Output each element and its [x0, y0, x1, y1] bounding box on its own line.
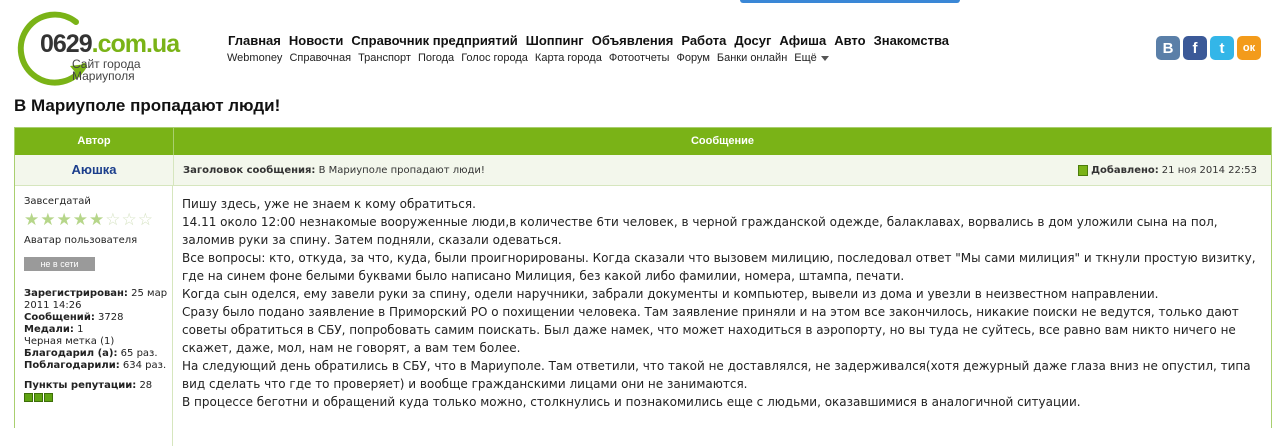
star-icon: ☆ — [105, 210, 121, 230]
black-mark: Черная метка (1) — [24, 336, 115, 347]
post-paragraph: Все вопросы: кто, откуда, за что, куда, … — [182, 251, 1256, 283]
subnav-item-forum[interactable]: Форум — [676, 52, 709, 64]
reputation-dot — [24, 393, 33, 402]
star-icon: ★ — [56, 210, 72, 230]
nav-item-classifieds[interactable]: Объявления — [592, 33, 674, 48]
subnav-more-dropdown[interactable]: Ещё — [794, 52, 829, 64]
subnav-item-city-voice[interactable]: Голос города — [461, 52, 528, 64]
star-icon: ★ — [72, 210, 88, 230]
odnoklassniki-icon[interactable]: ок — [1237, 36, 1261, 60]
forum-table: Автор Сообщение Аюшка Заголовок сообщени… — [14, 127, 1272, 446]
nav-item-dating[interactable]: Знакомства — [874, 33, 949, 48]
post-meta: Заголовок сообщения: В Мариуполе пропада… — [174, 155, 1271, 185]
facebook-icon[interactable]: f — [1183, 36, 1207, 60]
reputation-dot — [44, 393, 53, 402]
medals-count: Медали: 1 — [24, 324, 84, 335]
reputation-dot — [34, 393, 43, 402]
logo-text: 0629.com.ua — [40, 30, 180, 58]
table-header: Автор Сообщение — [15, 128, 1271, 155]
nav-item-shopping[interactable]: Шоппинг — [526, 33, 584, 48]
social-links: В f t ок — [1156, 36, 1261, 60]
nav-item-directory[interactable]: Справочник предприятий — [351, 33, 517, 48]
star-icon: ☆ — [137, 210, 153, 230]
author-profile: Завсегдатай ★ ★ ★ ★ ★ ☆ ☆ ☆ Аватар пользователя… — [15, 186, 173, 446]
registered-info-cont: 2011 14:26 — [24, 300, 82, 311]
post-author-name[interactable]: Аюшка — [15, 155, 174, 185]
status-badge: не в сети — [24, 257, 95, 271]
post-body: Пишу здесь, уже не знаем к кому обратить… — [173, 186, 1271, 446]
column-author-header: Автор — [15, 128, 174, 155]
star-icon: ★ — [89, 210, 105, 230]
subnav-item-reference[interactable]: Справочная — [289, 52, 351, 64]
avatar: Аватар пользователя — [24, 235, 138, 246]
post-date: Добавлено: 21 ноя 2014 22:53 — [1078, 164, 1257, 176]
twitter-icon[interactable]: t — [1210, 36, 1234, 60]
rank-stars: ★ ★ ★ ★ ★ ☆ ☆ ☆ — [24, 212, 172, 229]
site-logo[interactable]: 0629.com.ua Сайт города Мариуполя — [14, 8, 214, 88]
subnav-item-transport[interactable]: Транспорт — [358, 52, 411, 64]
post-paragraph: На следующий день обратились в СБУ, что … — [182, 359, 1251, 391]
was-thanked-count: Поблагодарили: 634 раз. — [24, 360, 167, 371]
post-paragraph: 14.11 около 12:00 незнакомые вооруженные… — [182, 215, 1218, 247]
sub-nav: Webmoney Справочная Транспорт Погода Гол… — [227, 52, 829, 64]
page-title[interactable]: В Мариуполе пропадают люди! — [14, 96, 280, 116]
reputation-bar — [24, 393, 172, 402]
author-rank: Завсегдатай — [24, 196, 91, 207]
star-icon: ★ — [40, 210, 56, 230]
column-message-header: Сообщение — [690, 135, 755, 147]
vk-icon[interactable]: В — [1156, 36, 1180, 60]
top-blue-bar — [740, 0, 960, 3]
star-icon: ☆ — [121, 210, 137, 230]
thanked-count: Благодарил (а): 65 раз. — [24, 348, 158, 359]
nav-item-auto[interactable]: Авто — [834, 33, 865, 48]
post-paragraph: Пишу здесь, уже не знаем к кому обратить… — [182, 197, 476, 211]
reputation-points: Пункты репутации: 28 — [24, 380, 153, 391]
nav-item-events[interactable]: Афиша — [779, 33, 826, 48]
nav-item-jobs[interactable]: Работа — [681, 33, 726, 48]
nav-item-news[interactable]: Новости — [289, 33, 344, 48]
post-link-icon[interactable] — [1078, 164, 1089, 176]
logo-subtitle: Сайт города Мариуполя — [72, 57, 141, 83]
subnav-item-webmoney[interactable]: Webmoney — [227, 52, 282, 64]
post-header-row: Аюшка Заголовок сообщения: В Мариуполе п… — [15, 155, 1271, 186]
registered-info: Зарегистрирован: 25 мар — [24, 288, 168, 299]
subnav-item-city-map[interactable]: Карта города — [535, 52, 602, 64]
post-paragraph: Сразу было подано заявление в Приморский… — [182, 305, 1239, 355]
subnav-item-weather[interactable]: Погода — [418, 52, 454, 64]
star-icon: ★ — [24, 210, 40, 230]
post-paragraph: Когда сын оделся, ему завели руки за спи… — [182, 287, 1159, 301]
nav-item-leisure[interactable]: Досуг — [734, 33, 771, 48]
messages-count: Сообщений: 3728 — [24, 312, 124, 323]
post-paragraph: В процессе беготни и обращений куда толь… — [182, 395, 1081, 409]
main-nav: Главная Новости Справочник предприятий Ш… — [228, 33, 949, 48]
post-subject: Заголовок сообщения: В Мариуполе пропада… — [183, 164, 485, 176]
nav-item-home[interactable]: Главная — [228, 33, 281, 48]
subnav-item-banks[interactable]: Банки онлайн — [717, 52, 787, 64]
subnav-item-photo-reports[interactable]: Фотоотчеты — [609, 52, 670, 64]
post-body-row: Завсегдатай ★ ★ ★ ★ ★ ☆ ☆ ☆ Аватар пользователя… — [15, 186, 1271, 446]
